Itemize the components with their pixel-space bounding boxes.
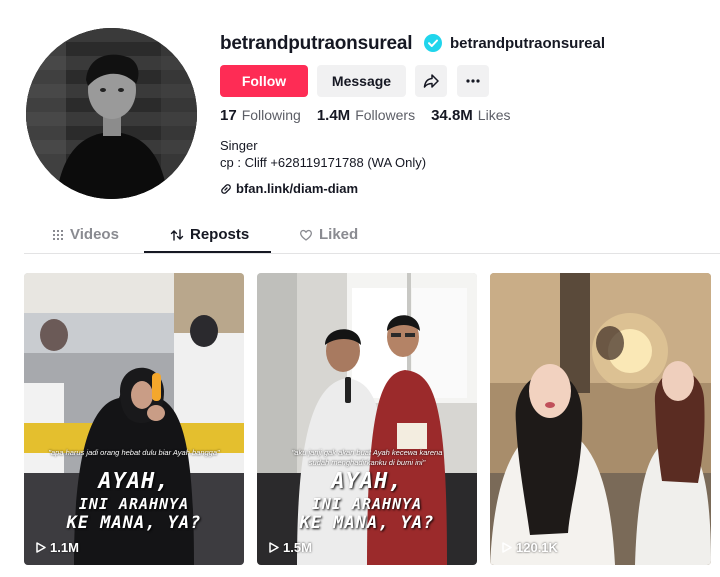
video-headline: AYAH, xyxy=(331,469,403,494)
video-card[interactable]: 120.1K xyxy=(490,273,711,565)
view-count: 1.1M xyxy=(36,540,79,555)
video-card[interactable]: "aku janji gak akan buat Ayah kecewa kar… xyxy=(257,273,477,565)
profile-nickname: betrandputraonsureal xyxy=(450,35,606,52)
video-caption: "apa harus jadi orang hebat dulu biar Ay… xyxy=(48,448,220,457)
view-count: 1.5M xyxy=(269,540,312,555)
heart-icon xyxy=(300,229,312,241)
bio-link[interactable]: bfan.link/diam-diam xyxy=(220,181,358,196)
grid-icon xyxy=(53,229,63,240)
following-label: Following xyxy=(241,107,301,123)
tab-reposts[interactable]: Reposts xyxy=(170,226,249,243)
active-tab-indicator xyxy=(144,251,271,253)
view-count-text: 1.5M xyxy=(283,540,312,555)
likes-count: 34.8M xyxy=(431,107,473,124)
video-headline: KE MANA, YA? xyxy=(299,513,435,533)
profile-avatar[interactable] xyxy=(26,28,197,199)
play-icon xyxy=(36,542,46,553)
tab-label: Reposts xyxy=(190,226,250,243)
likes-label: Likes xyxy=(477,107,511,123)
followers-count: 1.4M xyxy=(316,107,351,124)
more-dots-icon xyxy=(466,79,480,83)
video-headline: KE MANA, YA? xyxy=(66,513,202,533)
video-card[interactable]: "apa harus jadi orang hebat dulu biar Ay… xyxy=(24,273,244,565)
profile-bio: Singer cp : Cliff +628119171788 (WA Only… xyxy=(220,137,426,171)
bio-line: Singer xyxy=(220,138,258,153)
likes-stat: 34.8M Likes xyxy=(431,107,510,124)
view-count: 120.1K xyxy=(502,540,558,555)
view-count-text: 1.1M xyxy=(50,540,79,555)
video-thumbnail xyxy=(490,273,711,565)
followers-label: Followers xyxy=(355,107,416,123)
tab-label: Videos xyxy=(70,226,119,243)
bio-link-text: bfan.link/diam-diam xyxy=(236,181,359,196)
profile-username: betrandputraonsureal xyxy=(220,33,413,54)
message-button[interactable]: Message xyxy=(317,65,406,97)
tab-label: Liked xyxy=(319,226,359,243)
tab-liked[interactable]: Liked xyxy=(299,226,358,243)
view-count-text: 120.1K xyxy=(516,540,558,555)
profile-stats: 17 Following 1.4M Followers 34.8M Likes xyxy=(220,107,526,124)
share-arrow-icon xyxy=(423,74,439,88)
video-headline: AYAH, xyxy=(98,469,170,494)
more-button[interactable] xyxy=(457,65,489,97)
play-icon xyxy=(502,542,512,553)
followers-stat[interactable]: 1.4M Followers xyxy=(317,107,415,124)
video-caption: "aku janji gak akan buat Ayah kecewa kar… xyxy=(291,448,443,467)
following-stat[interactable]: 17 Following xyxy=(220,107,301,124)
verified-badge-icon xyxy=(424,34,442,52)
following-count: 17 xyxy=(220,107,237,124)
bio-line: cp : Cliff +628119171788 (WA Only) xyxy=(220,155,427,170)
video-headline: INI ARAHNYA xyxy=(311,495,423,513)
profile-tabs: Videos Reposts Liked xyxy=(24,220,720,254)
video-headline: INI ARAHNYA xyxy=(78,495,190,513)
link-icon xyxy=(221,183,231,194)
play-icon xyxy=(269,542,279,553)
tab-videos[interactable]: Videos xyxy=(52,226,119,243)
share-button[interactable] xyxy=(415,65,447,97)
repost-icon xyxy=(170,228,184,241)
follow-button[interactable]: Follow xyxy=(220,65,308,97)
